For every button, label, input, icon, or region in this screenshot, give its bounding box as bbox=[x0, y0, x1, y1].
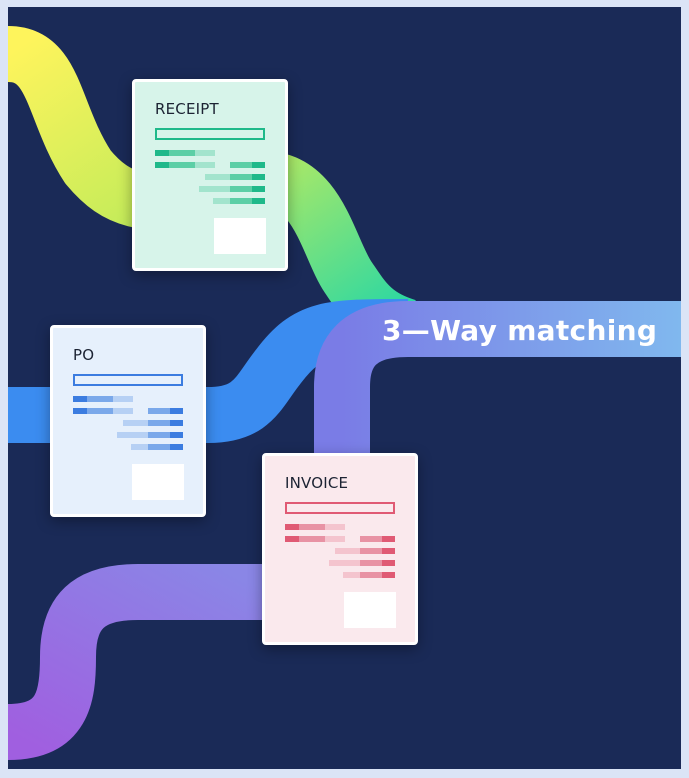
invoice-title: INVOICE bbox=[285, 474, 349, 492]
invoice-flow bbox=[8, 564, 268, 760]
po-line bbox=[123, 420, 148, 426]
po-total-box bbox=[132, 464, 184, 500]
receipt-line bbox=[195, 162, 215, 168]
receipt-line bbox=[199, 186, 230, 192]
receipt-line bbox=[205, 174, 230, 180]
invoice-total-box bbox=[344, 592, 396, 628]
po-line bbox=[148, 432, 170, 438]
receipt-line bbox=[155, 162, 169, 168]
invoice-line bbox=[382, 560, 395, 566]
receipt-line bbox=[230, 162, 252, 168]
receipt-title: RECEIPT bbox=[155, 100, 219, 118]
receipt-line bbox=[230, 198, 252, 204]
receipt-line bbox=[230, 174, 252, 180]
invoice-line bbox=[299, 536, 325, 542]
receipt-line bbox=[169, 150, 195, 156]
po-line bbox=[117, 432, 148, 438]
invoice-line bbox=[382, 536, 395, 542]
receipt-document: RECEIPT bbox=[132, 79, 288, 271]
po-line bbox=[148, 444, 170, 450]
po-line bbox=[73, 408, 87, 414]
receipt-line bbox=[252, 162, 265, 168]
po-document: PO bbox=[50, 325, 206, 517]
po-field bbox=[73, 374, 183, 386]
po-title: PO bbox=[73, 346, 95, 364]
invoice-line bbox=[382, 548, 395, 554]
invoice-field bbox=[285, 502, 395, 514]
po-line bbox=[148, 420, 170, 426]
invoice-line bbox=[325, 524, 345, 530]
receipt-line bbox=[169, 162, 195, 168]
invoice-line bbox=[360, 548, 382, 554]
po-line bbox=[170, 408, 183, 414]
po-line bbox=[87, 408, 113, 414]
receipt-line bbox=[155, 150, 169, 156]
po-line bbox=[73, 396, 87, 402]
receipt-line bbox=[252, 198, 265, 204]
invoice-document: INVOICE bbox=[262, 453, 418, 645]
diagram-canvas: RECEIPT PO INVOICE 3—Way matching bbox=[8, 7, 681, 769]
main-flow bbox=[314, 301, 681, 467]
po-line bbox=[87, 396, 113, 402]
invoice-line bbox=[285, 524, 299, 530]
po-line bbox=[170, 432, 183, 438]
receipt-line bbox=[252, 174, 265, 180]
po-line bbox=[170, 444, 183, 450]
invoice-line bbox=[382, 572, 395, 578]
invoice-line bbox=[299, 524, 325, 530]
receipt-line bbox=[230, 186, 252, 192]
invoice-line bbox=[329, 560, 360, 566]
invoice-line bbox=[343, 572, 360, 578]
receipt-field bbox=[155, 128, 265, 140]
invoice-line bbox=[285, 536, 299, 542]
po-line bbox=[170, 420, 183, 426]
po-line bbox=[148, 408, 170, 414]
invoice-line bbox=[360, 572, 382, 578]
invoice-line bbox=[360, 536, 382, 542]
receipt-line bbox=[252, 186, 265, 192]
receipt-line bbox=[213, 198, 230, 204]
three-way-matching-label: 3—Way matching bbox=[382, 314, 658, 347]
po-line bbox=[113, 408, 133, 414]
receipt-line bbox=[195, 150, 215, 156]
receipt-total-box bbox=[214, 218, 266, 254]
po-line bbox=[113, 396, 133, 402]
po-line bbox=[131, 444, 148, 450]
invoice-line bbox=[325, 536, 345, 542]
invoice-line bbox=[360, 560, 382, 566]
invoice-line bbox=[335, 548, 360, 554]
